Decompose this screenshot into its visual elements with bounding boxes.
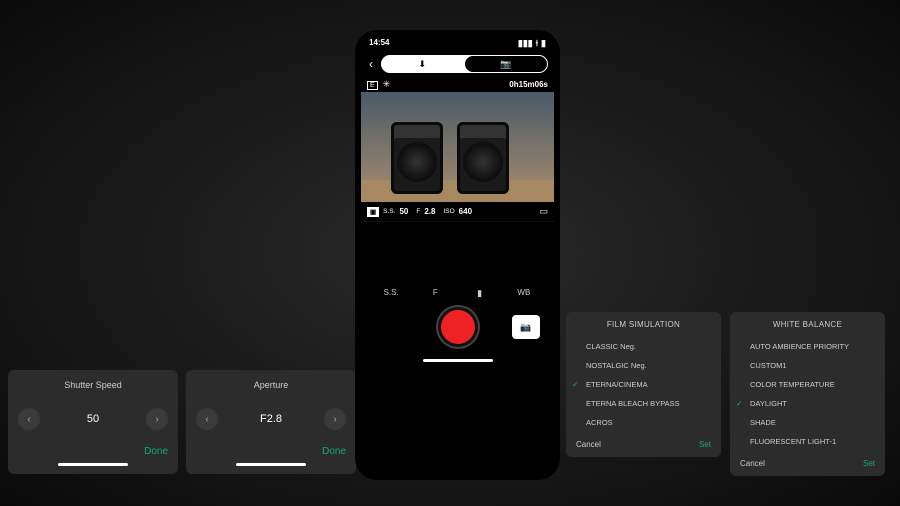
wb-set[interactable]: Set: [863, 459, 875, 468]
focus-mode-icon: ▣: [367, 207, 379, 217]
exposure-badge: E: [367, 81, 378, 90]
tab-white-balance[interactable]: WB: [502, 288, 546, 299]
aperture-done-button[interactable]: Done: [196, 446, 346, 457]
info-row: E ✳ 0h15m06s: [361, 77, 554, 92]
camera-icon: 📷: [520, 322, 531, 333]
aperture-decrement[interactable]: ‹: [196, 408, 218, 430]
f-readout: 2.8: [424, 207, 435, 216]
film-sim-set[interactable]: Set: [699, 440, 711, 449]
mode-download[interactable]: ⬇: [381, 55, 464, 73]
signal-icon: ▮▮▮: [518, 38, 533, 49]
iso-readout: 640: [459, 207, 472, 216]
camera-mode-icon: 📷: [500, 59, 511, 70]
ss-readout: 50: [399, 207, 408, 216]
record-row: 📷: [361, 301, 554, 351]
camera-battery-icon: ▭: [539, 206, 548, 217]
phone-remote-app: 14:54 ▮▮▮ ⟊ ▮ ‹ ⬇ 📷 E ✳ 0h15m06s ▣ S.S.: [355, 30, 560, 480]
aperture-value: F2.8: [260, 413, 282, 425]
aperture-title: Aperture: [196, 380, 346, 390]
wb-indicator-icon: ✳: [383, 79, 391, 89]
white-balance-panel: WHITE BALANCE AUTO AMBIENCE PRIORITYCUST…: [730, 312, 885, 476]
film-sim-list[interactable]: CLASSIC Neg.NOSTALGIC Neg.ETERNA/CINEMAE…: [566, 337, 721, 432]
list-item[interactable]: ACROS: [566, 413, 721, 432]
list-item[interactable]: ETERNA/CINEMA: [566, 375, 721, 394]
mode-camera[interactable]: 📷: [465, 56, 548, 72]
film-icon: ▮: [477, 288, 482, 298]
status-time: 14:54: [369, 38, 389, 49]
shutter-increment[interactable]: ›: [146, 408, 168, 430]
shutter-title: Shutter Speed: [18, 380, 168, 390]
aperture-increment[interactable]: ›: [324, 408, 346, 430]
wb-list[interactable]: AUTO AMBIENCE PRIORITYCUSTOM1COLOR TEMPE…: [730, 337, 885, 451]
exposure-readout: ▣ S.S. 50 F 2.8 ISO 640 ▭: [361, 202, 554, 222]
record-button[interactable]: [438, 307, 478, 347]
tab-shutter[interactable]: S.S.: [369, 288, 413, 299]
list-item[interactable]: CUSTOM1: [730, 356, 885, 375]
home-indicator: [58, 463, 128, 466]
nav-row: ‹ ⬇ 📷: [361, 51, 554, 77]
film-sim-cancel[interactable]: Cancel: [576, 440, 601, 449]
list-item[interactable]: COLOR TEMPERATURE: [730, 375, 885, 394]
list-item[interactable]: DAYLIGHT: [730, 394, 885, 413]
home-indicator[interactable]: [423, 359, 493, 362]
aperture-panel: Aperture ‹ F2.8 › Done: [186, 370, 356, 474]
list-item[interactable]: SHADE: [730, 413, 885, 432]
record-timer: 0h15m06s: [509, 80, 548, 89]
film-sim-title: FILM SIMULATION: [566, 320, 721, 337]
f-label: F: [416, 208, 420, 215]
back-button[interactable]: ‹: [367, 57, 375, 71]
list-item[interactable]: FLUORESCENT LIGHT-1: [730, 432, 885, 451]
shutter-speed-panel: Shutter Speed ‹ 50 › Done: [8, 370, 178, 474]
download-icon: ⬇: [418, 59, 426, 70]
list-item[interactable]: CLASSIC Neg.: [566, 337, 721, 356]
shutter-decrement[interactable]: ‹: [18, 408, 40, 430]
status-bar: 14:54 ▮▮▮ ⟊ ▮: [361, 36, 554, 51]
setting-tabs: S.S. F ▮ WB: [361, 282, 554, 301]
list-item[interactable]: ETERNA BLEACH BYPASS: [566, 394, 721, 413]
shutter-value: 50: [87, 413, 99, 425]
list-item[interactable]: NOSTALGIC Neg.: [566, 356, 721, 375]
wb-cancel[interactable]: Cancel: [740, 459, 765, 468]
capture-still-button[interactable]: 📷: [512, 315, 540, 339]
wb-title: WHITE BALANCE: [730, 320, 885, 337]
wifi-icon: ⟊: [536, 38, 538, 49]
tab-film-sim[interactable]: ▮: [458, 288, 502, 299]
list-item[interactable]: AUTO AMBIENCE PRIORITY: [730, 337, 885, 356]
live-viewfinder[interactable]: [361, 92, 554, 202]
tab-aperture[interactable]: F: [413, 288, 457, 299]
shutter-done-button[interactable]: Done: [18, 446, 168, 457]
ss-label: S.S.: [383, 208, 395, 215]
iso-label: ISO: [443, 208, 454, 215]
home-indicator: [236, 463, 306, 466]
battery-icon: ▮: [541, 38, 546, 49]
mode-toggle[interactable]: ⬇ 📷: [381, 55, 548, 73]
film-simulation-panel: FILM SIMULATION CLASSIC Neg.NOSTALGIC Ne…: [566, 312, 721, 457]
histogram-area: [361, 222, 554, 282]
